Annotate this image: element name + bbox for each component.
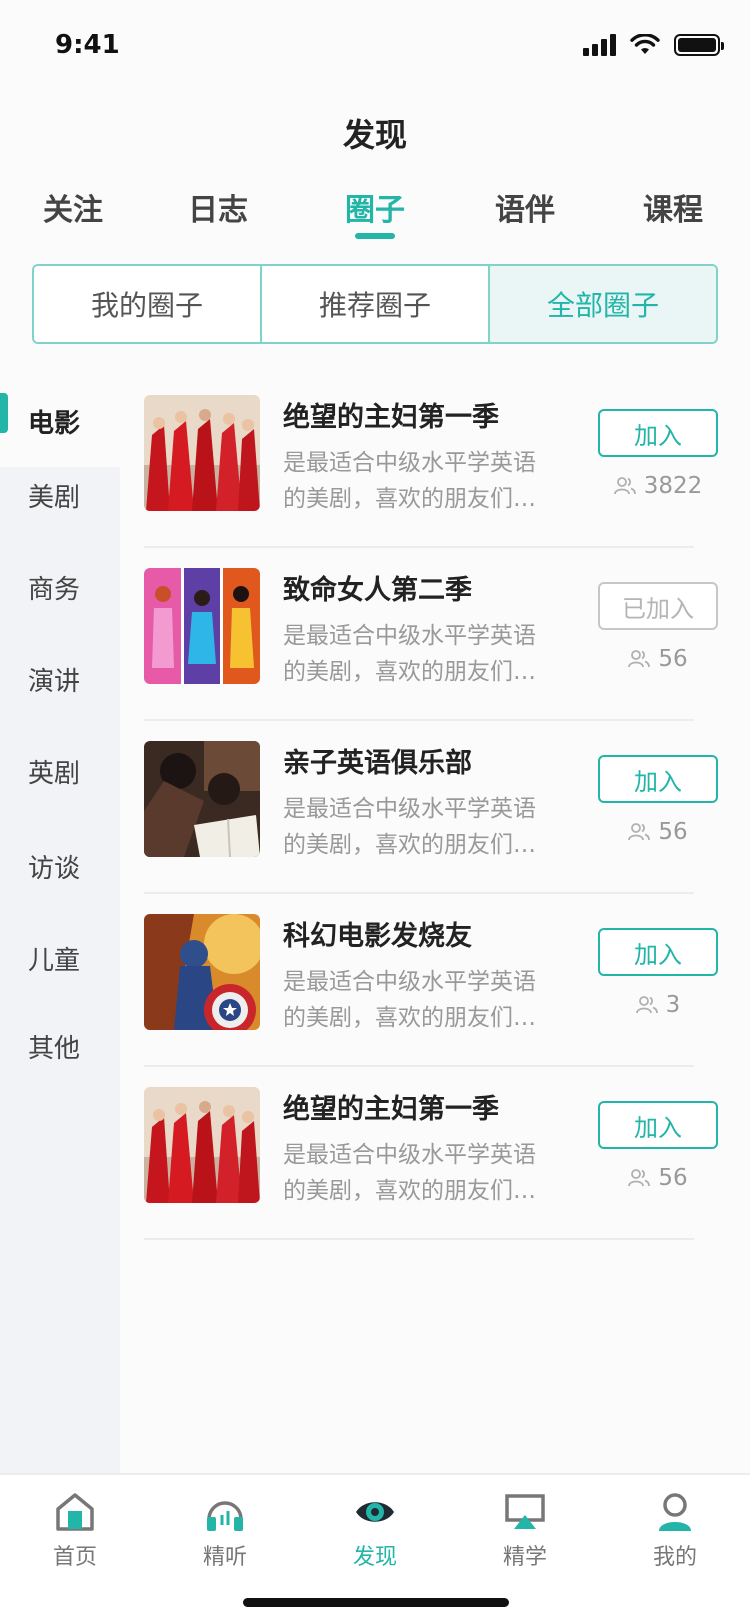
circle-title: 绝望的主妇第一季 [283, 1094, 499, 1125]
sidebar-item-kids[interactable]: 儿童 [0, 912, 120, 1004]
sidebar-item-label: 电影 [28, 408, 81, 439]
join-button[interactable]: 加入 [598, 1101, 718, 1149]
circle-filter-segmented-control: 我的圈子 推荐圈子 全部圈子 [32, 264, 718, 344]
tab-follow[interactable]: 关注 [13, 185, 133, 229]
members-icon [635, 996, 658, 1014]
members-icon [628, 650, 651, 668]
circle-list-item[interactable]: 科幻电影发烧友 是最适合中级水平学英语 的美剧，喜欢的朋友们… 加入 3 [144, 894, 718, 1067]
nav-label: 精听 [202, 1545, 247, 1570]
sidebar-item-label: 美剧 [28, 482, 81, 513]
tab-courses[interactable]: 课程 [613, 185, 733, 229]
member-count-value: 56 [658, 819, 688, 845]
circle-description: 是最适合中级水平学英语 的美剧，喜欢的朋友们… [283, 796, 536, 858]
nav-label: 发现 [352, 1545, 397, 1570]
member-count: 56 [598, 819, 718, 845]
segment-all-circles[interactable]: 全部圈子 [490, 266, 716, 342]
nav-label: 精学 [502, 1545, 547, 1570]
headphones-icon [207, 1501, 243, 1531]
circle-list-item[interactable]: 致命女人第二季 是最适合中级水平学英语 的美剧，喜欢的朋友们… 已加入 56 [144, 548, 718, 721]
circle-list-item[interactable]: 绝望的主妇第一季 是最适合中级水平学英语 的美剧，喜欢的朋友们… 加入 3822 [144, 375, 718, 548]
circle-title: 致命女人第二季 [283, 575, 472, 606]
wifi-icon [630, 34, 660, 54]
sidebar-item-label: 其他 [28, 1033, 81, 1064]
member-count: 56 [598, 1165, 718, 1191]
category-sidebar: 电影 美剧 商务 演讲 英剧 访谈 儿童 其他 [0, 375, 120, 1473]
sidebar-item-label: 英剧 [28, 758, 81, 789]
sidebar-item-uk-drama[interactable]: 英剧 [0, 725, 120, 817]
sidebar-item-interview[interactable]: 访谈 [0, 820, 120, 912]
circle-description: 是最适合中级水平学英语 的美剧，喜欢的朋友们… [283, 623, 536, 685]
sidebar-item-label: 演讲 [28, 666, 81, 697]
tab-circles[interactable]: 圈子 [315, 185, 435, 229]
circle-cover-image [144, 914, 260, 1030]
circle-description: 是最适合中级水平学英语 的美剧，喜欢的朋友们… [283, 450, 536, 512]
nav-label: 我的 [652, 1545, 697, 1570]
circle-cover-image [144, 1087, 260, 1203]
circle-description: 是最适合中级水平学英语 的美剧，喜欢的朋友们… [283, 1142, 536, 1204]
circle-title: 科幻电影发烧友 [283, 921, 472, 952]
sidebar-item-label: 商务 [28, 574, 81, 605]
status-bar: 9:41 [0, 0, 750, 90]
member-count: 3 [598, 992, 718, 1018]
nav-discover[interactable]: 发现 [325, 1491, 425, 1571]
circle-description: 是最适合中级水平学英语 的美剧，喜欢的朋友们… [283, 969, 536, 1031]
sidebar-item-us-drama[interactable]: 美剧 [0, 449, 120, 541]
sidebar-item-other[interactable]: 其他 [0, 1000, 120, 1092]
circle-list-item[interactable]: 绝望的主妇第一季 是最适合中级水平学英语 的美剧，喜欢的朋友们… 加入 56 [144, 1067, 718, 1240]
active-category-indicator [0, 393, 8, 433]
circle-title: 绝望的主妇第一季 [283, 402, 499, 433]
member-count-value: 56 [658, 1165, 688, 1191]
members-icon [628, 823, 651, 841]
nav-intensive-study[interactable]: 精学 [475, 1491, 575, 1571]
join-button[interactable]: 加入 [598, 755, 718, 803]
join-button[interactable]: 加入 [598, 409, 718, 457]
sidebar-item-speech[interactable]: 演讲 [0, 633, 120, 725]
home-icon [56, 1493, 94, 1531]
circle-cover-image [144, 568, 260, 684]
sidebar-item-label: 儿童 [28, 945, 81, 976]
segment-recommended-circles[interactable]: 推荐圈子 [262, 266, 490, 342]
circle-title: 亲子英语俱乐部 [283, 748, 472, 779]
joined-button[interactable]: 已加入 [598, 582, 718, 630]
members-icon [628, 1169, 651, 1187]
sidebar-item-business[interactable]: 商务 [0, 541, 120, 633]
members-icon [613, 477, 636, 495]
join-button[interactable]: 加入 [598, 928, 718, 976]
status-icons [583, 34, 724, 56]
member-count-value: 3822 [643, 473, 703, 499]
sidebar-item-label: 访谈 [28, 853, 81, 884]
member-count-value: 3 [665, 992, 681, 1018]
battery-icon [674, 34, 724, 56]
nav-intensive-listening[interactable]: 精听 [175, 1491, 275, 1571]
member-count: 56 [598, 646, 718, 672]
circle-list-item[interactable]: 亲子英语俱乐部 是最适合中级水平学英语 的美剧，喜欢的朋友们… 加入 56 [144, 721, 718, 894]
nav-mine[interactable]: 我的 [625, 1491, 725, 1571]
nav-home[interactable]: 首页 [25, 1491, 125, 1571]
cellular-signal-icon [583, 34, 616, 56]
tab-journal[interactable]: 日志 [158, 185, 278, 229]
tab-language-partner[interactable]: 语伴 [465, 185, 585, 229]
segment-my-circles[interactable]: 我的圈子 [34, 266, 262, 342]
user-icon [659, 1493, 691, 1531]
circle-cover-image [144, 741, 260, 857]
member-count: 3822 [598, 473, 718, 499]
member-count-value: 56 [658, 646, 688, 672]
home-indicator [243, 1598, 509, 1607]
circle-cover-image [144, 395, 260, 511]
top-tabs: 关注 日志 圈子 语伴 课程 [0, 185, 750, 245]
eye-icon [356, 1502, 394, 1522]
screen-icon [505, 1494, 545, 1529]
page-title: 发现 [342, 116, 407, 154]
active-tab-indicator [355, 233, 395, 239]
nav-label: 首页 [52, 1545, 97, 1570]
status-time: 9:41 [55, 30, 120, 60]
